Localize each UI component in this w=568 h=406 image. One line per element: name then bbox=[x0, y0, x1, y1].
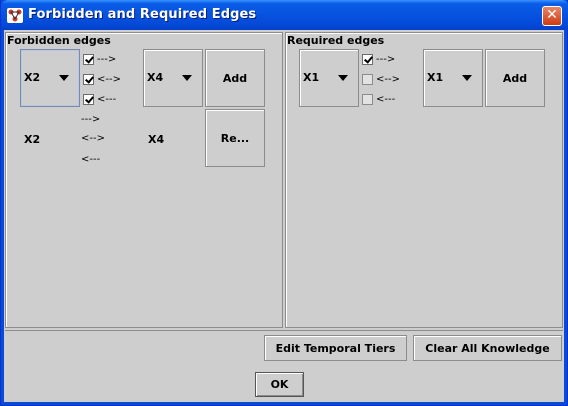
ok-button[interactable]: OK bbox=[255, 372, 304, 397]
dialog-content: Forbidden edges X2 ---> <--> <--- X4 Add… bbox=[4, 30, 564, 402]
dialog-window: Forbidden and Required Edges ✕ Forbidden… bbox=[0, 0, 568, 406]
required-to-value: X1 bbox=[427, 71, 444, 84]
required-to-combo[interactable]: X1 bbox=[423, 49, 483, 107]
forbidden-to-value: X4 bbox=[147, 71, 164, 84]
edit-temporal-tiers-button[interactable]: Edit Temporal Tiers bbox=[264, 335, 407, 361]
button-area: Edit Temporal Tiers Clear All Knowledge … bbox=[5, 330, 563, 400]
chevron-down-icon bbox=[59, 75, 69, 81]
forbidden-from-combo[interactable]: X2 bbox=[20, 49, 80, 107]
required-directed-checkbox[interactable] bbox=[362, 53, 373, 65]
forbidden-directed-checkbox[interactable] bbox=[83, 53, 94, 65]
forbidden-reverse-checkbox[interactable] bbox=[83, 93, 94, 105]
forbidden-edge-arrow-bidirected: <--> bbox=[81, 133, 105, 144]
required-bidirected-checkbox[interactable] bbox=[362, 73, 373, 85]
forbidden-from-value: X2 bbox=[24, 71, 41, 84]
clear-all-knowledge-button[interactable]: Clear All Knowledge bbox=[413, 335, 562, 361]
forbidden-edges-panel: Forbidden edges X2 ---> <--> <--- X4 Add… bbox=[5, 32, 283, 328]
window-title: Forbidden and Required Edges bbox=[28, 7, 257, 22]
required-add-button[interactable]: Add bbox=[485, 49, 545, 107]
required-edges-panel: Required edges X1 ---> <--> <--- X1 Add bbox=[285, 32, 563, 328]
required-bidirected-label: <--> bbox=[376, 73, 400, 85]
forbidden-directed-label: ---> bbox=[97, 53, 117, 65]
chevron-down-icon bbox=[462, 75, 472, 81]
forbidden-add-button[interactable]: Add bbox=[205, 49, 265, 107]
chevron-down-icon bbox=[182, 75, 192, 81]
chevron-down-icon bbox=[338, 75, 348, 81]
forbidden-reverse-label: <--- bbox=[97, 93, 117, 105]
forbidden-edge-from: X2 bbox=[24, 133, 41, 146]
required-reverse-checkbox[interactable] bbox=[362, 93, 373, 105]
required-from-value: X1 bbox=[303, 71, 320, 84]
forbidden-check-row-bidirected: <--> bbox=[83, 72, 121, 86]
forbidden-remove-button[interactable]: Re... bbox=[205, 109, 265, 167]
forbidden-edges-title: Forbidden edges bbox=[7, 34, 111, 47]
forbidden-check-row-directed: ---> bbox=[83, 52, 116, 66]
forbidden-edge-to: X4 bbox=[148, 133, 165, 146]
required-reverse-label: <--- bbox=[376, 93, 396, 105]
required-from-combo[interactable]: X1 bbox=[299, 49, 359, 107]
title-bar[interactable]: Forbidden and Required Edges ✕ bbox=[1, 0, 568, 30]
required-directed-label: ---> bbox=[376, 53, 396, 65]
forbidden-bidirected-checkbox[interactable] bbox=[83, 73, 94, 85]
required-check-row-bidirected: <--> bbox=[362, 72, 400, 86]
required-check-row-reverse: <--- bbox=[362, 92, 395, 106]
required-check-row-directed: ---> bbox=[362, 52, 395, 66]
forbidden-check-row-reverse: <--- bbox=[83, 92, 116, 106]
forbidden-edge-arrow-reverse: <--- bbox=[81, 154, 101, 165]
required-edges-title: Required edges bbox=[287, 34, 385, 47]
close-icon: ✕ bbox=[546, 7, 558, 23]
close-button[interactable]: ✕ bbox=[542, 6, 562, 26]
app-icon bbox=[7, 8, 23, 23]
forbidden-edge-arrow-directed: ---> bbox=[81, 114, 101, 125]
forbidden-to-combo[interactable]: X4 bbox=[143, 49, 203, 107]
forbidden-bidirected-label: <--> bbox=[97, 73, 121, 85]
